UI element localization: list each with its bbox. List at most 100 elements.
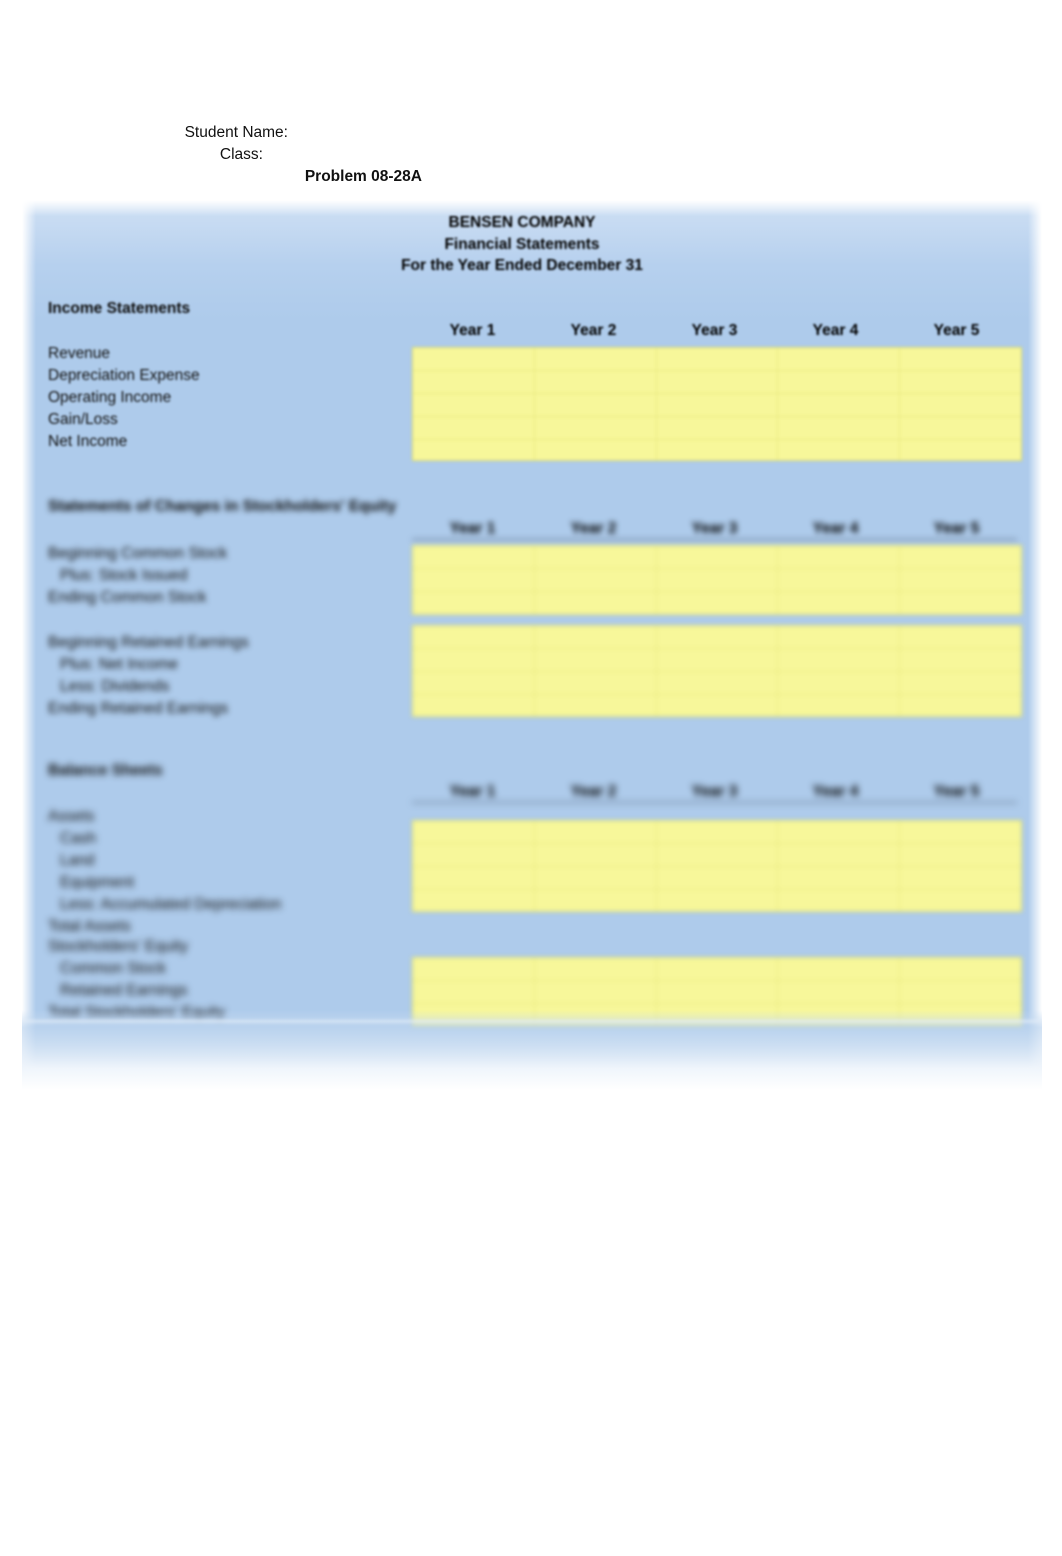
input-cell[interactable] xyxy=(900,695,1021,717)
input-cell[interactable] xyxy=(413,394,534,417)
input-column[interactable] xyxy=(900,821,1021,911)
input-cell[interactable] xyxy=(534,546,656,569)
input-cell[interactable] xyxy=(413,649,534,672)
input-cell[interactable] xyxy=(900,1004,1021,1026)
input-cell[interactable] xyxy=(656,844,778,867)
input-cell[interactable] xyxy=(413,958,534,981)
input-block-changes-common-stock[interactable] xyxy=(412,545,1022,615)
input-cell[interactable] xyxy=(900,867,1021,890)
input-column[interactable] xyxy=(778,348,901,462)
input-cell[interactable] xyxy=(778,417,900,440)
input-column[interactable] xyxy=(656,546,779,614)
input-cell[interactable] xyxy=(413,626,534,649)
input-cell[interactable] xyxy=(413,867,534,890)
input-column[interactable] xyxy=(534,958,657,1026)
input-cell[interactable] xyxy=(413,417,534,440)
input-block-income-statements[interactable] xyxy=(412,347,1022,461)
input-cell[interactable] xyxy=(900,417,1021,440)
input-column[interactable] xyxy=(656,626,779,717)
input-cell[interactable] xyxy=(656,672,778,695)
input-cell[interactable] xyxy=(778,371,900,394)
input-cell[interactable] xyxy=(656,981,778,1004)
input-cell[interactable] xyxy=(413,348,534,371)
input-cell[interactable] xyxy=(656,867,778,890)
input-cell[interactable] xyxy=(413,890,534,912)
input-cell[interactable] xyxy=(778,890,899,912)
input-cell[interactable] xyxy=(900,890,1021,912)
input-cell[interactable] xyxy=(413,844,534,867)
input-cell[interactable] xyxy=(413,695,534,717)
input-column[interactable] xyxy=(413,626,535,716)
input-cell[interactable] xyxy=(413,592,534,614)
input-cell[interactable] xyxy=(656,958,778,981)
input-cell[interactable] xyxy=(900,844,1021,867)
input-column[interactable] xyxy=(778,821,901,912)
input-cell[interactable] xyxy=(778,867,900,890)
input-block-changes-retained-earnings[interactable] xyxy=(412,625,1022,717)
input-column[interactable] xyxy=(656,958,779,1026)
input-block-balance-sheets-equity[interactable] xyxy=(412,957,1022,1027)
input-cell[interactable] xyxy=(657,695,778,717)
input-column[interactable] xyxy=(778,546,901,614)
input-cell[interactable] xyxy=(413,821,534,844)
input-cell[interactable] xyxy=(778,440,899,462)
input-cell[interactable] xyxy=(534,649,656,672)
input-cell[interactable] xyxy=(778,546,900,569)
input-cell[interactable] xyxy=(534,821,656,844)
input-cell[interactable] xyxy=(900,821,1021,844)
input-cell[interactable] xyxy=(656,569,778,592)
input-cell[interactable] xyxy=(534,394,656,417)
input-cell[interactable] xyxy=(413,546,534,569)
input-column[interactable] xyxy=(778,626,901,717)
input-cell[interactable] xyxy=(900,440,1021,462)
input-cell[interactable] xyxy=(656,626,778,649)
input-cell[interactable] xyxy=(656,348,778,371)
input-column[interactable] xyxy=(413,821,535,911)
input-cell[interactable] xyxy=(778,348,900,371)
input-cell[interactable] xyxy=(535,695,656,717)
input-cell[interactable] xyxy=(413,1004,534,1026)
input-column[interactable] xyxy=(900,546,1021,614)
input-cell[interactable] xyxy=(413,981,534,1004)
input-cell[interactable] xyxy=(534,371,656,394)
input-cell[interactable] xyxy=(656,394,778,417)
input-cell[interactable] xyxy=(900,394,1021,417)
input-cell[interactable] xyxy=(778,695,899,717)
input-cell[interactable] xyxy=(656,371,778,394)
input-column[interactable] xyxy=(656,821,779,912)
input-cell[interactable] xyxy=(778,981,900,1004)
input-cell[interactable] xyxy=(413,672,534,695)
input-cell[interactable] xyxy=(534,958,656,981)
input-cell[interactable] xyxy=(778,672,900,695)
input-cell[interactable] xyxy=(657,440,778,462)
input-cell[interactable] xyxy=(778,626,900,649)
input-cell[interactable] xyxy=(656,649,778,672)
input-block-balance-sheets-assets[interactable] xyxy=(412,820,1022,912)
input-column[interactable] xyxy=(534,348,657,462)
input-column[interactable] xyxy=(534,821,657,911)
input-cell[interactable] xyxy=(657,890,778,912)
input-column[interactable] xyxy=(656,348,779,462)
input-cell[interactable] xyxy=(534,867,656,890)
input-cell[interactable] xyxy=(413,569,534,592)
input-cell[interactable] xyxy=(534,844,656,867)
input-cell[interactable] xyxy=(413,371,534,394)
input-cell[interactable] xyxy=(656,417,778,440)
input-cell[interactable] xyxy=(778,569,900,592)
input-cell[interactable] xyxy=(778,394,900,417)
input-cell[interactable] xyxy=(535,440,656,462)
input-cell[interactable] xyxy=(778,821,900,844)
input-column[interactable] xyxy=(534,626,657,717)
input-cell[interactable] xyxy=(778,649,900,672)
input-cell[interactable] xyxy=(534,981,656,1004)
input-cell[interactable] xyxy=(535,592,656,614)
input-cell[interactable] xyxy=(413,440,534,462)
input-cell[interactable] xyxy=(656,546,778,569)
input-cell[interactable] xyxy=(656,821,778,844)
input-cell[interactable] xyxy=(534,348,656,371)
input-cell[interactable] xyxy=(657,1004,778,1026)
input-cell[interactable] xyxy=(900,546,1021,569)
input-column[interactable] xyxy=(900,348,1021,460)
input-column[interactable] xyxy=(900,626,1021,716)
input-cell[interactable] xyxy=(900,592,1021,614)
